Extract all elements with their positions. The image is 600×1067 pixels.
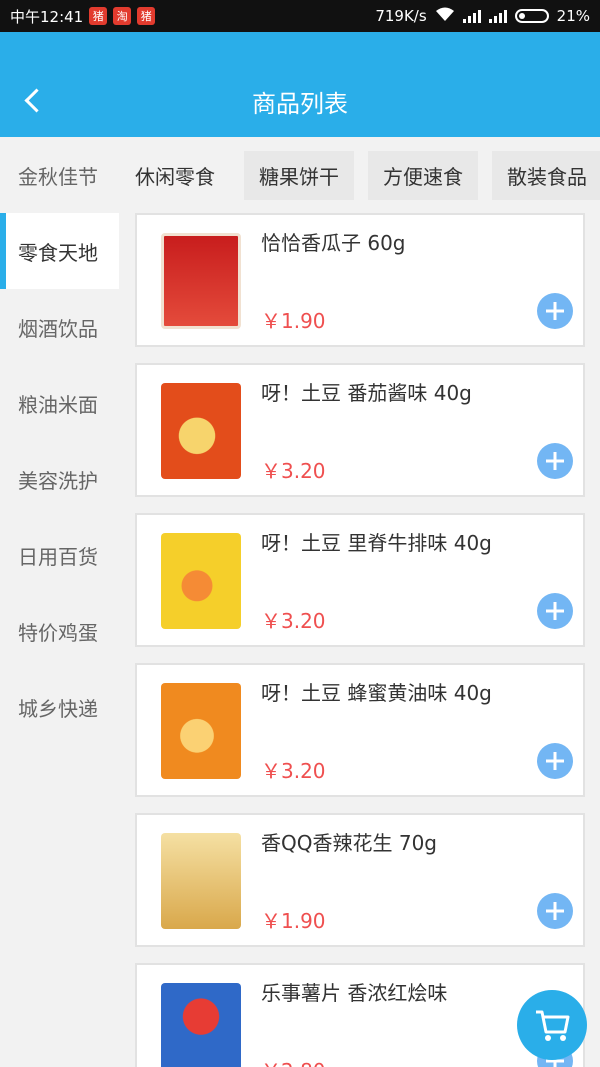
tab-candy-biscuits[interactable]: 糖果饼干 xyxy=(244,150,354,200)
product-image xyxy=(161,683,241,779)
product-card[interactable]: 香QQ香辣花生 70g ￥1.90 xyxy=(135,813,585,947)
tab-leisure-snacks[interactable]: 休闲零食 xyxy=(135,151,230,200)
signal-icon xyxy=(488,9,507,23)
product-price: ￥3.20 xyxy=(261,459,326,483)
taobao-notification-icon: 淘 xyxy=(113,7,132,25)
product-image xyxy=(161,983,241,1067)
sidebar-item-daily-goods[interactable]: 日用百货 xyxy=(0,517,119,593)
status-time: 中午12:41 xyxy=(10,7,84,26)
subcategory-tabs: 休闲零食 糖果饼干 方便速食 散装食品 xyxy=(119,137,600,213)
product-price: ￥3.20 xyxy=(261,759,326,783)
product-card[interactable]: 呀！土豆 番茄酱味 40g ￥3.20 xyxy=(135,363,585,497)
product-card[interactable]: 恰恰香瓜子 60g ￥1.90 xyxy=(135,213,585,347)
app-header: 商品列表 xyxy=(0,32,600,137)
sidebar-item-express[interactable]: 城乡快递 xyxy=(0,669,119,745)
add-to-cart-plus-icon[interactable] xyxy=(537,443,573,479)
sidebar-item-golden-autumn[interactable]: 金秋佳节 xyxy=(0,137,119,213)
add-to-cart-plus-icon[interactable] xyxy=(537,743,573,779)
product-name: 呀！土豆 番茄酱味 40g xyxy=(261,381,472,405)
sidebar-item-special-eggs[interactable]: 特价鸡蛋 xyxy=(0,593,119,669)
product-name: 恰恰香瓜子 60g xyxy=(261,231,406,255)
product-list: 恰恰香瓜子 60g ￥1.90 呀！土豆 番茄酱味 40g ￥3.20 呀！土豆… xyxy=(135,213,585,1067)
tab-instant-food[interactable]: 方便速食 xyxy=(368,150,478,200)
wifi-icon xyxy=(435,6,455,26)
cart-icon xyxy=(536,1010,570,1041)
add-to-cart-plus-icon[interactable] xyxy=(537,593,573,629)
product-name: 呀！土豆 里脊牛排味 40g xyxy=(261,531,492,555)
product-image xyxy=(161,383,241,479)
product-name: 乐事薯片 香浓红烩味 xyxy=(261,981,448,1005)
product-name: 香QQ香辣花生 70g xyxy=(261,831,437,855)
product-price: ￥1.90 xyxy=(261,309,326,333)
product-price: ￥1.90 xyxy=(261,909,326,933)
network-speed: 719K/s xyxy=(375,7,427,25)
app-notification-icon: 猪 xyxy=(89,7,108,25)
sidebar-item-grain-oil[interactable]: 粮油米面 xyxy=(0,365,119,441)
product-name: 呀！土豆 蜂蜜黄油味 40g xyxy=(261,681,492,705)
tab-bulk-food[interactable]: 散装食品 xyxy=(492,150,600,200)
battery-icon xyxy=(514,9,549,23)
cart-button[interactable] xyxy=(517,990,587,1060)
category-sidebar: 金秋佳节 零食天地 烟酒饮品 粮油米面 美容洗护 日用百货 特价鸡蛋 城乡快递 xyxy=(0,137,119,1067)
signal-icon xyxy=(462,9,481,23)
add-to-cart-plus-icon[interactable] xyxy=(537,293,573,329)
page-title: 商品列表 xyxy=(252,90,348,118)
product-price: ￥2.80 xyxy=(261,1055,326,1067)
battery-level: 21% xyxy=(556,7,590,25)
sidebar-item-tobacco-drinks[interactable]: 烟酒饮品 xyxy=(0,289,119,365)
sidebar-item-snacks[interactable]: 零食天地 xyxy=(0,213,119,289)
product-image xyxy=(161,533,241,629)
product-image xyxy=(161,833,241,929)
product-price: ￥3.20 xyxy=(261,609,326,633)
add-to-cart-plus-icon[interactable] xyxy=(537,893,573,929)
product-card[interactable]: 呀！土豆 蜂蜜黄油味 40g ￥3.20 xyxy=(135,663,585,797)
sidebar-item-beauty-care[interactable]: 美容洗护 xyxy=(0,441,119,517)
status-bar: 中午12:41 猪 淘 猪 719K/s 21% xyxy=(0,0,600,32)
product-card[interactable]: 呀！土豆 里脊牛排味 40g ￥3.20 xyxy=(135,513,585,647)
product-image xyxy=(161,233,241,329)
app-notification-icon: 猪 xyxy=(137,7,156,25)
